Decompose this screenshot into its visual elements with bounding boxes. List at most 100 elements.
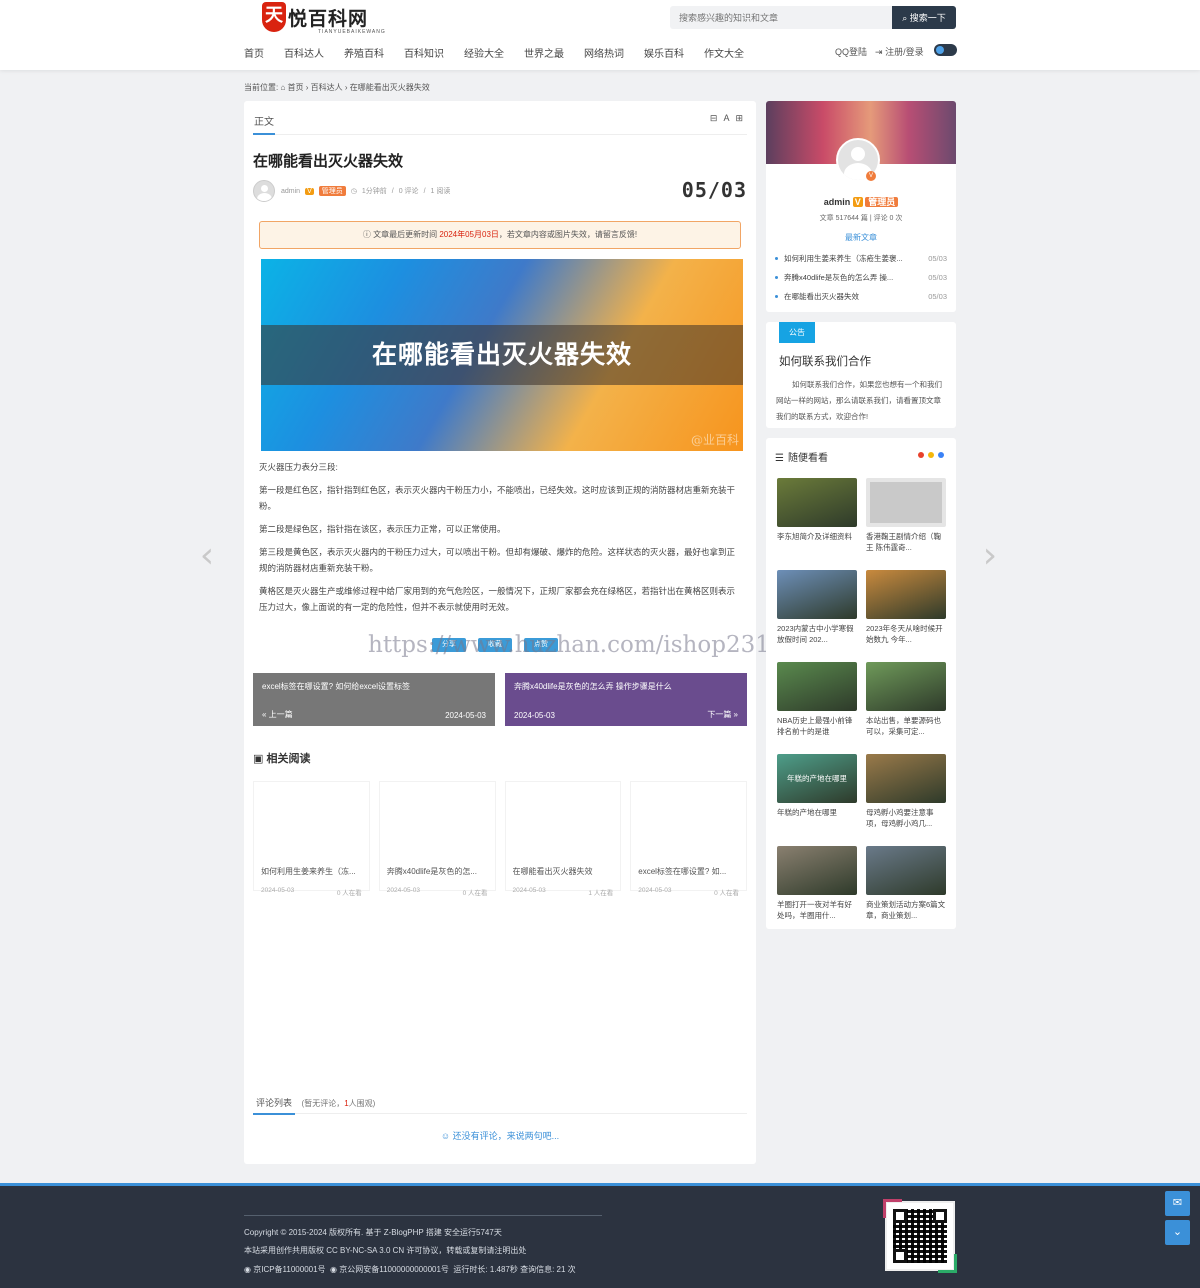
nav-item-buzzwords[interactable]: 网络热词 xyxy=(584,45,624,60)
random-post-thumbnail xyxy=(866,754,946,803)
register-login-label: 注册/登录 xyxy=(885,47,924,57)
no-comment-message: ☺ 还没有评论，来说两句吧... xyxy=(244,1129,756,1142)
role-badge: 管理员 xyxy=(318,186,346,196)
announcement-body: 如何联系我们合作，如果您也想有一个和我们网站一样的网站，那么请联系我们，请看置顶… xyxy=(776,380,942,421)
prev-title: excel标签在哪设置? 如何给excel设置标签 xyxy=(262,682,411,691)
site-header: 天 悦百科网 TIANYUEBAIKEWANG ⌕ 搜索一下 首页 百科达人 养… xyxy=(0,0,1200,70)
main-nav: 首页 百科达人 养殖百科 百科知识 经验大全 世界之最 网络热词 娱乐百科 作文… xyxy=(244,45,764,60)
nav-item-experience[interactable]: 经验大全 xyxy=(464,45,504,60)
tab-article[interactable]: 正文 xyxy=(253,113,275,135)
qr-finder xyxy=(933,1209,947,1223)
random-post[interactable]: 2023年冬天从啥时候开始数九 今年... xyxy=(866,570,946,662)
list-item[interactable]: 奔腾x40dlife是灰色的怎么弄 操... 05/03 xyxy=(775,272,947,291)
random-post-caption: 2023内蒙古中小学寒假放假时间 202... xyxy=(777,624,854,644)
random-post[interactable]: NBA历史上最强小前锋排名前十的是谁 xyxy=(777,662,857,754)
dark-mode-toggle[interactable] xyxy=(934,44,957,56)
announcement-tag: 公告 xyxy=(779,322,815,343)
hero-title: 在哪能看出灭火器失效 xyxy=(261,325,743,385)
article-tabbar: 正文 ⊟ A ⊞ xyxy=(253,113,747,135)
author-profile-card: V admin V 管理员 文章 517644 篇 | 评论 0 次 最新文章 … xyxy=(766,101,956,312)
next-article[interactable]: 奔腾x40dlife是灰色的怎么弄 操作步骤是什么 2024-05-03 下一篇… xyxy=(505,673,747,726)
random-post-caption: 年糕的产地在哪里 xyxy=(777,808,837,817)
random-post[interactable]: 羊圈打开一夜对羊有好处吗，羊圈用什... xyxy=(777,846,857,938)
nav-item-knowledge[interactable]: 百科知识 xyxy=(404,45,444,60)
random-post[interactable]: 李东旭简介及详细资料 xyxy=(777,478,857,570)
list-item[interactable]: 如何利用生姜来养生（冻疮生姜褒... 05/03 xyxy=(775,253,947,272)
article-title: 在哪能看出灭火器失效 xyxy=(253,153,404,170)
nav-item-experts[interactable]: 百科达人 xyxy=(284,45,324,60)
author-name[interactable]: admin xyxy=(281,188,300,195)
site-logo[interactable]: 天 悦百科网 TIANYUEBAIKEWANG xyxy=(262,2,385,36)
register-login-link[interactable]: ⇥ 注册/登录 xyxy=(875,45,924,58)
related-card-views: 0 人在看 xyxy=(336,890,362,897)
announcement-title[interactable]: 如何联系我们合作 xyxy=(779,353,871,369)
qr-finder xyxy=(893,1209,907,1223)
random-post[interactable]: 年糕的产地在哪里 年糕的产地在哪里 xyxy=(777,754,857,846)
random-post[interactable]: 母鸡孵小鸡要注意事项，母鸡孵小鸡几... xyxy=(866,754,946,846)
related-card[interactable]: 奔腾x40dlife是灰色的怎... 2024-05-03 0 人在看 xyxy=(378,781,496,897)
comment-count[interactable]: 0 评论 xyxy=(399,186,419,196)
latest-title: 在哪能看出灭火器失效 xyxy=(784,292,859,301)
list-item[interactable]: 在哪能看出灭火器失效 05/03 xyxy=(775,291,947,310)
random-post[interactable]: 香港鞠王剧情介绍（鞠王 陈伟霆奇... xyxy=(866,478,946,570)
breadcrumb-category[interactable]: 百科达人 xyxy=(311,83,343,92)
latest-date: 05/03 xyxy=(928,292,947,301)
related-card[interactable]: excel标签在哪设置? 如... 2024-05-03 0 人在看 xyxy=(630,781,747,897)
random-post-thumbnail: 年糕的产地在哪里 xyxy=(777,754,857,803)
article-body: 灭火器压力表分三段: 第一段是红色区，指针指到红色区，表示灭火器内干粉压力小，不… xyxy=(259,459,743,622)
random-post[interactable]: 商业策划活动方案6篇文章，商业策划... xyxy=(866,846,946,938)
breadcrumb-prefix: 当前位置: xyxy=(244,83,279,92)
icp-link[interactable]: 京ICP备11000001号 xyxy=(253,1265,325,1274)
profile-name[interactable]: admin xyxy=(824,197,851,207)
breadcrumb: 当前位置: ⌂ 首页 › 百科达人 › 在哪能看出灭火器失效 xyxy=(244,83,430,92)
profile-name-row: admin V 管理员 xyxy=(766,195,956,208)
random-post-thumbnail xyxy=(777,478,857,527)
chevron-right-icon[interactable]: › xyxy=(976,534,1004,578)
related-card-title: excel标签在哪设置? 如... xyxy=(638,867,727,876)
hero-watermark: @业百科 xyxy=(690,433,739,447)
nav-item-entertainment[interactable]: 娱乐百科 xyxy=(644,45,684,60)
search-button[interactable]: ⌕ 搜索一下 xyxy=(892,6,956,29)
notice-date: 2024年05月03日 xyxy=(439,230,499,239)
related-card[interactable]: 如何利用生姜来养生（冻... 2024-05-03 0 人在看 xyxy=(253,781,370,897)
footer-records: ◉ 京ICP备11000001号 ◉ 京公网安备11000000000001号 … xyxy=(244,1264,576,1275)
list-icon: ☰ xyxy=(775,453,784,464)
author-avatar[interactable] xyxy=(253,180,275,202)
prev-article[interactable]: excel标签在哪设置? 如何给excel设置标签 « 上一篇 2024-05-… xyxy=(253,673,495,726)
random-post[interactable]: 2023内蒙古中小学寒假放假时间 202... xyxy=(777,570,857,662)
chevron-down-icon[interactable]: ⌄ xyxy=(1165,1220,1190,1245)
nav-item-home[interactable]: 首页 xyxy=(244,45,264,60)
prev-next-nav: excel标签在哪设置? 如何给excel设置标签 « 上一篇 2024-05-… xyxy=(253,673,747,726)
footer-copyright: Copyright © 2015-2024 版权所有. 基于 Z-BlogPHP… xyxy=(244,1228,502,1237)
random-post-thumbnail xyxy=(777,846,857,895)
clock-icon: ◷ xyxy=(350,188,357,195)
article-hero-image: 在哪能看出灭火器失效 @业百科 xyxy=(261,259,743,451)
chevron-left-icon[interactable]: ‹ xyxy=(193,534,221,578)
dot-red xyxy=(918,452,924,458)
breadcrumb-home[interactable]: 首页 xyxy=(288,83,304,92)
post-time: 1分钟前 xyxy=(361,188,387,195)
article-meta: admin V 管理员 ◷ 1分钟前 /0 评论 /1 阅读 xyxy=(253,180,455,202)
nav-item-breeding[interactable]: 养殖百科 xyxy=(344,45,384,60)
rss-icon: ▣ xyxy=(253,753,264,765)
user-links: QQ登陆 ⇥ 注册/登录 xyxy=(835,45,924,58)
related-heading-text: 相关阅读 xyxy=(266,753,311,765)
notice-suffix: ，若文章内容或图片失效，请留言反馈! xyxy=(498,230,638,239)
police-record-link[interactable]: 京公网安备11000000000001号 xyxy=(339,1265,449,1274)
related-card-date: 2024-05-03 xyxy=(261,887,295,894)
random-post[interactable]: 本站出售，单要源码也可以，采集可定... xyxy=(866,662,946,754)
related-card[interactable]: 在哪能看出灭火器失效 2024-05-03 1 人在看 xyxy=(504,781,622,897)
font-size-tools[interactable]: ⊟ A ⊞ xyxy=(710,113,745,124)
random-posts-heading: ☰ 随便看看 xyxy=(775,449,828,464)
nav-item-world-records[interactable]: 世界之最 xyxy=(524,45,564,60)
profile-stats: 文章 517644 篇 | 评论 0 次 xyxy=(819,215,903,222)
search-input[interactable] xyxy=(670,6,892,29)
update-notice: ⓘ 文章最后更新时间 2024年05月03日，若文章内容或图片失效，请留言反馈! xyxy=(259,221,741,249)
chat-icon[interactable]: ✉ xyxy=(1165,1191,1190,1216)
latest-title: 如何利用生姜来养生（冻疮生姜褒... xyxy=(784,254,903,263)
nav-item-essays[interactable]: 作文大全 xyxy=(704,45,744,60)
profile-verified-badge: V xyxy=(852,197,863,207)
related-card-views: 0 人在看 xyxy=(462,890,488,897)
tab-comments[interactable]: 评论列表 xyxy=(253,1096,296,1115)
qq-login-link[interactable]: QQ登陆 xyxy=(835,45,867,58)
